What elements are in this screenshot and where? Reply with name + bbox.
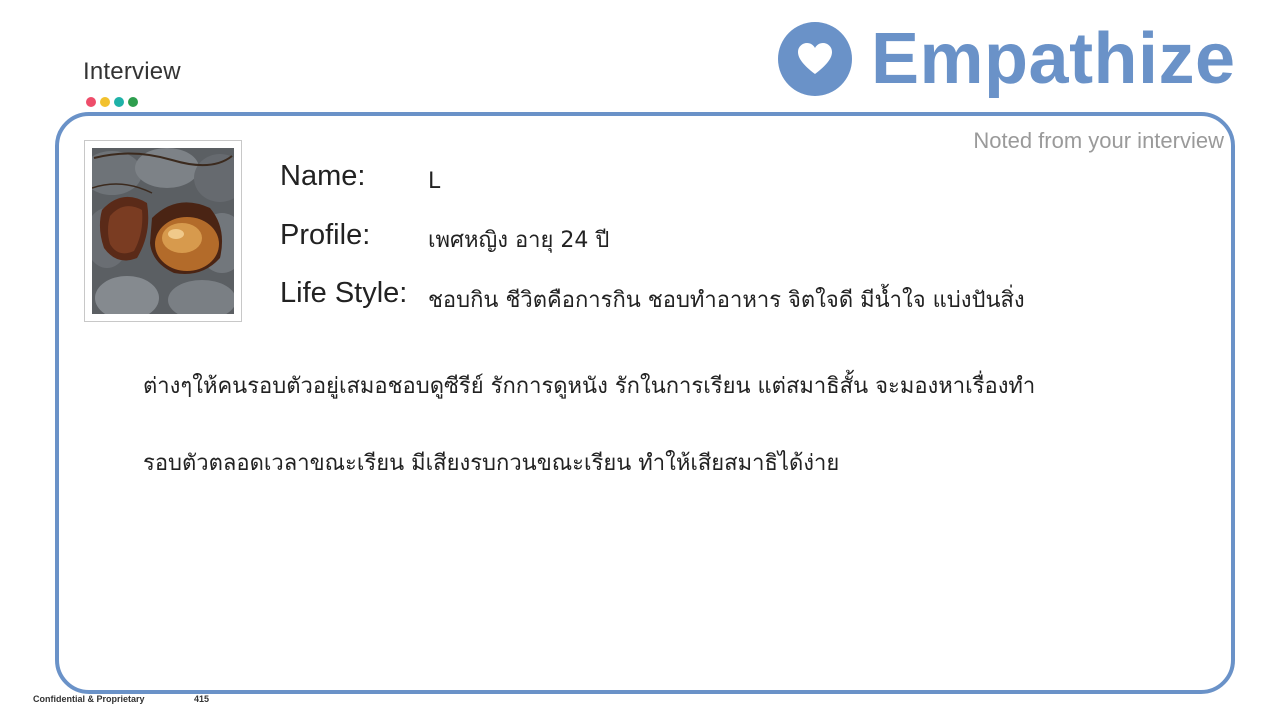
profile-photo <box>84 140 242 322</box>
interview-card: Noted from your interview Name: L Profil… <box>55 112 1235 694</box>
confidential-footer: Confidential & Proprietary <box>33 694 145 704</box>
name-label: Name: <box>280 160 366 192</box>
dot-green <box>128 97 138 107</box>
brand-title: Empathize <box>871 19 1236 99</box>
dot-red <box>86 97 96 107</box>
name-value: L <box>428 169 441 194</box>
lifestyle-label: Life Style: <box>280 277 408 309</box>
color-dots <box>86 97 138 107</box>
brand-header: Empathize <box>778 22 1236 96</box>
brand-circle <box>778 22 852 96</box>
dot-teal <box>114 97 124 107</box>
body-line: รอบตัวตลอดเวลาขณะเรียน มีเสียงรบกวนขณะเร… <box>143 451 840 476</box>
heart-icon <box>798 43 832 74</box>
profile-label: Profile: <box>280 219 371 251</box>
page-number: 415 <box>194 694 210 704</box>
dot-yellow <box>100 97 110 107</box>
lifestyle-value: ชอบกิน ชีวิตคือการกิน ชอบทำอาหาร จิตใจดี… <box>428 288 1025 313</box>
section-title: Interview <box>83 58 181 85</box>
card-note: Noted from your interview <box>973 128 1224 153</box>
lifestyle-continued: ต่างๆให้คนรอบตัวอยู่เสมอชอบดูซีรีย์ รักก… <box>143 348 1183 502</box>
body-line: ต่างๆให้คนรอบตัวอยู่เสมอชอบดูซีรีย์ รักก… <box>143 374 1036 399</box>
longan-seeds-photo <box>92 148 234 314</box>
profile-value: เพศหญิง อายุ 24 ปี <box>428 228 610 253</box>
